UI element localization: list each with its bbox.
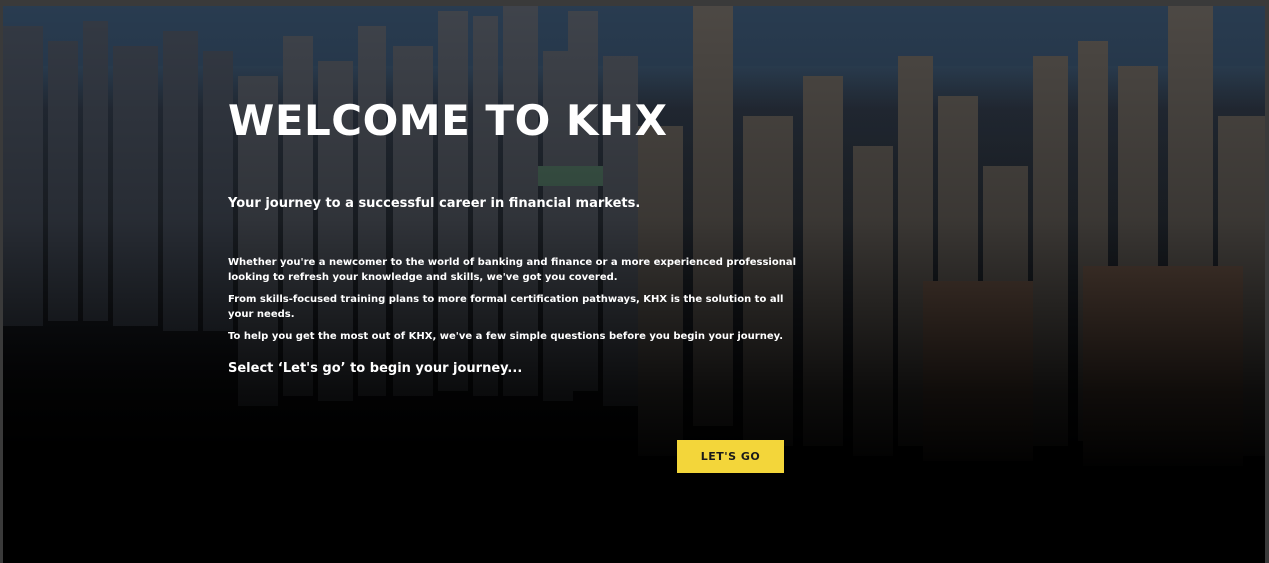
page-title: WELCOME TO KHX (228, 96, 668, 145)
page-frame: WELCOME TO KHX Your journey to a success… (3, 6, 1265, 563)
questions-paragraph: To help you get the most out of KHX, we'… (228, 331, 784, 343)
lets-go-button[interactable]: LET'S GO (677, 440, 784, 473)
intro-paragraph: Whether you're a newcomer to the world o… (228, 257, 797, 283)
cta-instruction: Select ‘Let's go’ to begin your journey.… (228, 360, 523, 376)
pathways-paragraph: From skills-focused training plans to mo… (228, 294, 784, 320)
hero-content: WELCOME TO KHX Your journey to a success… (228, 96, 808, 376)
hero-subtitle: Your journey to a successful career in f… (228, 196, 641, 212)
